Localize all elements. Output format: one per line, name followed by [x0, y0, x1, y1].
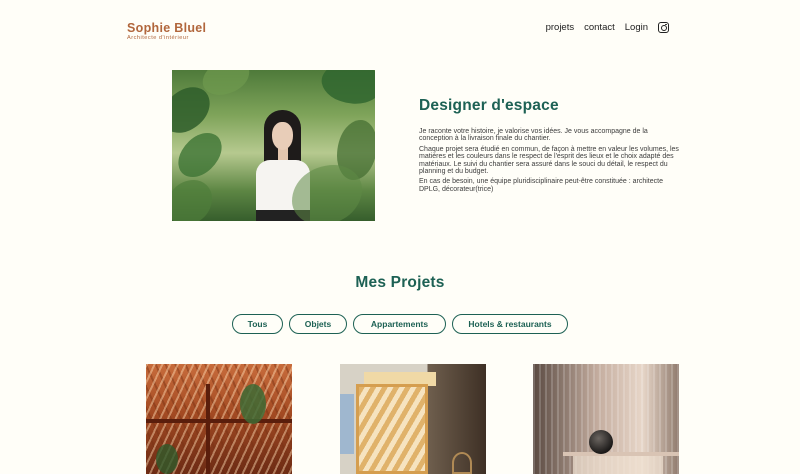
- filter-bar: Tous Objets Appartements Hotels & restau…: [232, 314, 574, 334]
- intro-paragraph: En cas de besoin, une équipe pluridiscip…: [419, 178, 663, 193]
- project-image[interactable]: [340, 364, 486, 474]
- logo[interactable]: Sophie Bluel Architecte d'intérieur: [127, 22, 206, 41]
- logo-title: Sophie Bluel: [127, 21, 207, 35]
- filter-button-hotels-restaurants[interactable]: Hotels & restaurants: [452, 314, 568, 334]
- intro-paragraph: Chaque projet sera étudié en commun, de …: [419, 145, 679, 176]
- intro-title: Designer d'espace: [419, 97, 559, 114]
- filter-button-tous[interactable]: Tous: [232, 314, 283, 334]
- filter-button-appartements[interactable]: Appartements: [353, 314, 446, 334]
- nav-link-projets[interactable]: projets: [546, 22, 575, 33]
- projects-title: Mes Projets: [355, 274, 445, 291]
- nav-link-login[interactable]: Login: [625, 22, 648, 33]
- main-nav: projets contact Login: [546, 22, 669, 33]
- logo-subtitle: Architecte d'intérieur: [127, 35, 189, 41]
- intro-text: Je raconte votre histoire, je valorise v…: [419, 128, 681, 196]
- nav-link-contact[interactable]: contact: [584, 22, 615, 33]
- instagram-icon[interactable]: [658, 22, 669, 33]
- site-header: Sophie Bluel Architecte d'intérieur proj…: [0, 0, 800, 50]
- architect-portrait-image: [172, 70, 375, 221]
- intro-paragraph: Je raconte votre histoire, je valorise v…: [419, 128, 648, 143]
- project-image[interactable]: [533, 364, 679, 474]
- filter-button-objets[interactable]: Objets: [289, 314, 347, 334]
- project-image[interactable]: [146, 364, 292, 474]
